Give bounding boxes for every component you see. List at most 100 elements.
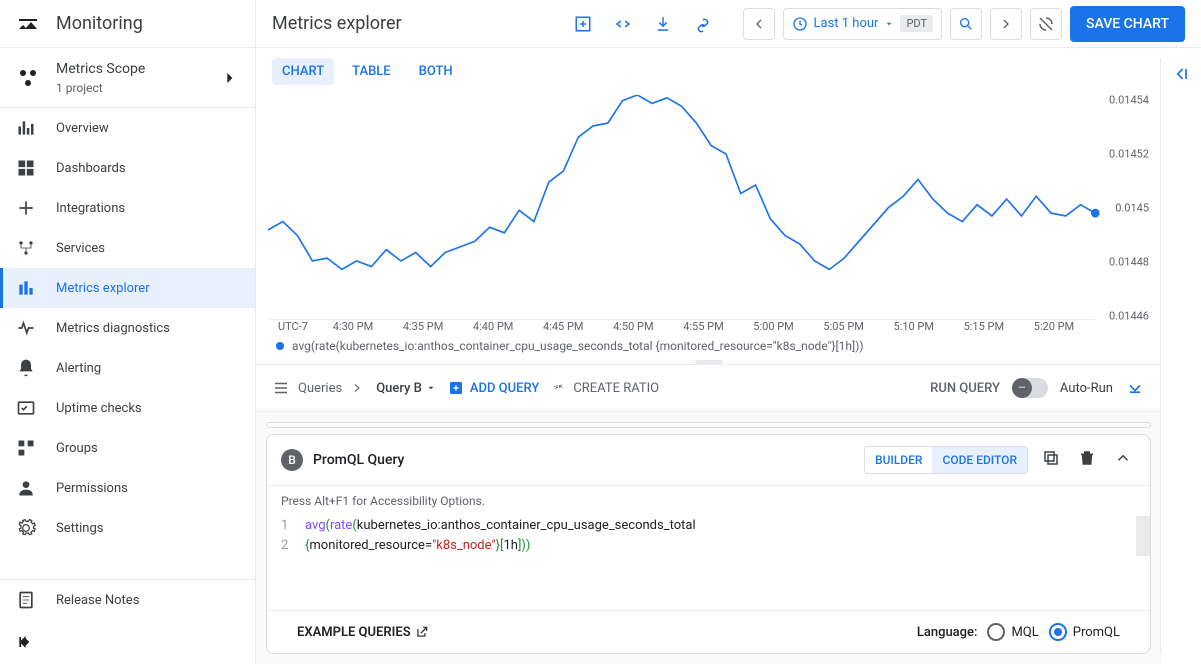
nav-settings[interactable]: Settings: [0, 508, 255, 548]
nav-permissions[interactable]: Permissions: [0, 468, 255, 508]
tab-table[interactable]: TABLE: [342, 58, 401, 85]
ratio-icon: [551, 380, 567, 396]
nav-label: Uptime checks: [56, 401, 142, 416]
list-icon: [272, 379, 290, 397]
x-tz-label: UTC-7: [268, 320, 308, 333]
chevron-right-icon: [219, 68, 239, 88]
editor-wrap: B PromQL Query BUILDER CODE EDITOR Press…: [256, 412, 1161, 664]
sidebar: Monitoring Metrics Scope 1 project Overv…: [0, 0, 256, 664]
copy-icon: [1042, 449, 1060, 467]
groups-icon: [16, 438, 36, 458]
nav-services[interactable]: Services: [0, 228, 255, 268]
query-selector[interactable]: Query B: [376, 381, 436, 396]
nav-label: Metrics diagnostics: [56, 321, 170, 336]
plus-icon: [448, 380, 464, 396]
mql-radio[interactable]: MQL: [987, 623, 1038, 641]
chevron-right-icon: [998, 16, 1014, 32]
nav-groups[interactable]: Groups: [0, 428, 255, 468]
x-tick: 4:55 PM: [668, 320, 738, 333]
add-query-label: ADD QUERY: [470, 381, 539, 396]
time-next-button[interactable]: [990, 8, 1022, 40]
radio-off-icon: [987, 623, 1005, 641]
collapsed-card[interactable]: [266, 422, 1151, 428]
chart[interactable]: 0.01454 0.01452 0.0145 0.01448 0.01446: [268, 95, 1149, 320]
example-label: EXAMPLE QUERIES: [297, 625, 411, 640]
sidebar-header: Monitoring: [0, 0, 255, 48]
create-ratio-button[interactable]: CREATE RATIO: [551, 380, 659, 396]
zoom-button[interactable]: [950, 8, 982, 40]
chart-area: CHART TABLE BOTH 0.01454 0.01452 0.0145 …: [256, 48, 1161, 664]
nav-label: Release Notes: [56, 593, 139, 608]
time-range-button[interactable]: Last 1 hour PDT: [783, 8, 943, 40]
legend-text: avg(rate(kubernetes_io:anthos_container_…: [292, 339, 864, 353]
dropdown-icon: [884, 19, 894, 29]
integrations-icon: [16, 198, 36, 218]
download-button[interactable]: [647, 8, 679, 40]
panel-toggle[interactable]: [1171, 64, 1191, 88]
nav-label: Groups: [56, 441, 98, 456]
code-editor-button[interactable]: CODE EDITOR: [932, 447, 1027, 473]
collapse-down-icon[interactable]: [1125, 378, 1145, 398]
copy-button[interactable]: [1038, 445, 1064, 475]
time-prev-button[interactable]: [743, 8, 775, 40]
card-header: B PromQL Query BUILDER CODE EDITOR: [267, 435, 1150, 486]
permissions-icon: [16, 478, 36, 498]
auto-run-toggle[interactable]: [1012, 378, 1048, 398]
tab-both[interactable]: BOTH: [409, 58, 463, 85]
y-tick: 0.01448: [1109, 255, 1149, 268]
code-button[interactable]: [607, 8, 639, 40]
promql-radio[interactable]: PromQL: [1049, 623, 1120, 641]
nav-list: Overview Dashboards Integrations Service…: [0, 108, 255, 579]
auto-refresh-button[interactable]: [1030, 8, 1062, 40]
example-queries-link[interactable]: EXAMPLE QUERIES: [297, 625, 429, 640]
nav-release-notes[interactable]: Release Notes: [0, 580, 255, 620]
nav-dashboards[interactable]: Dashboards: [0, 148, 255, 188]
query-bar: Queries Query B ADD QUERY CREATE RATIO: [256, 364, 1161, 412]
auto-run-label: Auto-Run: [1060, 381, 1113, 396]
x-tick: 4:40 PM: [458, 320, 528, 333]
nav-label: Metrics explorer: [56, 281, 150, 296]
page-title: Metrics explorer: [272, 13, 559, 34]
collapse-card-button[interactable]: [1110, 445, 1136, 475]
external-link-icon: [415, 625, 429, 639]
query-badge: B: [281, 449, 303, 471]
y-tick: 0.0145: [1115, 201, 1149, 214]
queries-label: Queries: [298, 381, 342, 396]
nav-label: Permissions: [56, 481, 128, 496]
save-chart-button[interactable]: SAVE CHART: [1070, 6, 1185, 42]
card-footer: EXAMPLE QUERIES Language: MQL PromQL: [267, 610, 1150, 653]
view-tabs: CHART TABLE BOTH: [256, 48, 1161, 95]
nav-metrics-explorer[interactable]: Metrics explorer: [0, 268, 255, 308]
link-button[interactable]: [687, 8, 719, 40]
code-editor[interactable]: 1avg(rate(kubernetes_io:anthos_container…: [267, 516, 1150, 556]
scope-subtitle: 1 project: [56, 81, 203, 95]
accessibility-hint: Press Alt+F1 for Accessibility Options.: [267, 486, 1150, 516]
add-panel-button[interactable]: [567, 8, 599, 40]
zoom-icon: [958, 16, 974, 32]
run-query-button[interactable]: RUN QUERY: [930, 381, 1000, 396]
y-tick: 0.01454: [1109, 93, 1149, 106]
add-query-button[interactable]: ADD QUERY: [448, 380, 539, 396]
scope-icon: [16, 66, 40, 90]
sidebar-collapse[interactable]: [0, 620, 255, 664]
overview-icon: [16, 118, 36, 138]
delete-button[interactable]: [1074, 445, 1100, 475]
monitoring-icon: [16, 12, 40, 36]
y-tick: 0.01446: [1109, 309, 1149, 322]
diagnostics-icon: [16, 318, 36, 338]
chevron-left-icon: [751, 16, 767, 32]
x-tick: 5:05 PM: [809, 320, 879, 333]
builder-button[interactable]: BUILDER: [865, 447, 932, 473]
nav-label: Overview: [56, 121, 109, 136]
radio-on-icon: [1049, 623, 1067, 641]
tab-chart[interactable]: CHART: [272, 58, 334, 85]
nav-integrations[interactable]: Integrations: [0, 188, 255, 228]
promql-label: PromQL: [1073, 625, 1120, 640]
chart-svg: [268, 95, 1149, 320]
nav-overview[interactable]: Overview: [0, 108, 255, 148]
x-tick: 5:00 PM: [739, 320, 809, 333]
metrics-scope[interactable]: Metrics Scope 1 project: [0, 48, 255, 108]
nav-alerting[interactable]: Alerting: [0, 348, 255, 388]
nav-uptime[interactable]: Uptime checks: [0, 388, 255, 428]
nav-diagnostics[interactable]: Metrics diagnostics: [0, 308, 255, 348]
